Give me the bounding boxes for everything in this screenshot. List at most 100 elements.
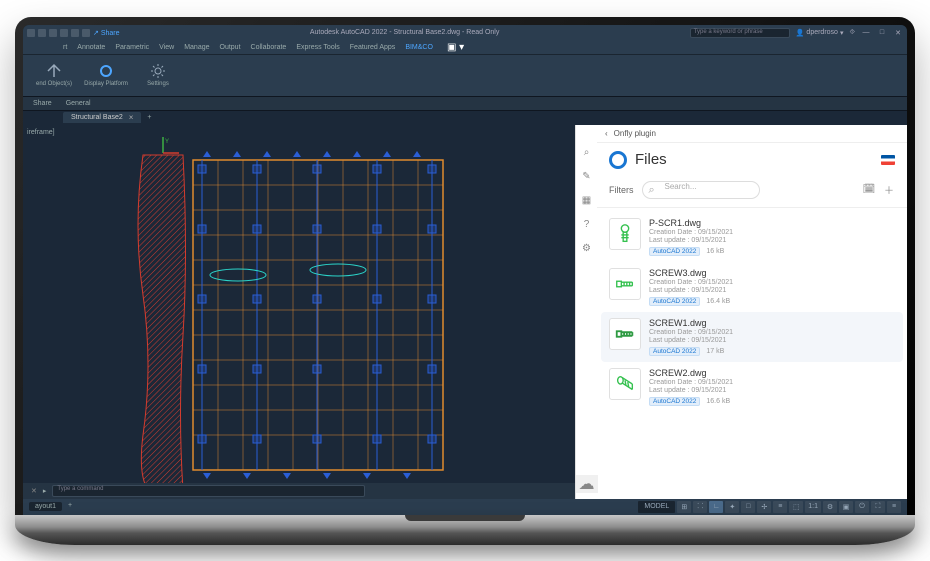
filters-button[interactable]: Filters <box>609 185 634 195</box>
isolate-icon[interactable]: ▣ <box>839 501 853 513</box>
qat-icon[interactable] <box>49 29 57 37</box>
share-button[interactable]: ↗ Share <box>93 29 120 37</box>
search-icon[interactable]: ⌕ <box>581 147 593 159</box>
calendar-icon[interactable]: 🗓 <box>863 184 875 196</box>
anno-scale[interactable]: 1:1 <box>805 501 821 513</box>
help-search-input[interactable]: Type a keyword or phrase <box>690 28 790 38</box>
ribbon-panel: end Object(s) Display Platform Settings <box>23 55 907 97</box>
command-line: ✕ ▸ Type a command <box>23 483 575 499</box>
command-input[interactable]: Type a command <box>52 485 365 497</box>
sub-tab[interactable]: Share <box>33 100 52 107</box>
ribbon-tab[interactable]: Collaborate <box>251 44 287 51</box>
plugin-nav-rail: ⌕ ✎ ▦ ? ⚙ ☁ <box>575 125 597 499</box>
svg-text:Y: Y <box>165 139 169 145</box>
status-bar: ayout1 + MODEL ⊞ ⸬ ∟ ✦ □ ✢ ≡ ⬚ 1:1 ⚙ ▣ <box>23 499 907 515</box>
file-creation-date: Creation Date : 09/15/2021 <box>649 329 895 336</box>
ribbon-tab[interactable]: rt <box>63 44 67 51</box>
ortho-icon[interactable]: ∟ <box>709 501 723 513</box>
file-row[interactable]: SCREW3.dwgCreation Date : 09/15/2021Last… <box>601 262 903 312</box>
display-platform-button[interactable]: Display Platform <box>81 56 131 94</box>
grid-snap-icon[interactable]: ⊞ <box>677 501 691 513</box>
document-tab-label: Structural Base2 <box>71 114 123 121</box>
file-format-tag: AutoCAD 2022 <box>649 247 700 256</box>
customize-icon[interactable]: ≡ <box>887 501 901 513</box>
back-icon[interactable]: ‹ <box>605 129 608 138</box>
library-icon[interactable]: ▦ <box>581 195 593 207</box>
search-input[interactable]: Search... <box>642 181 761 199</box>
file-update-date: Last update : 09/15/2021 <box>649 337 895 344</box>
file-size: 16 kB <box>706 248 724 255</box>
help-icon[interactable]: ⯑ <box>849 29 855 37</box>
visual-style-label: ireframe] <box>27 129 55 136</box>
user-menu[interactable]: 👤 dperdroso ▾ <box>796 29 844 37</box>
clean-screen-icon[interactable]: ⛶ <box>871 501 885 513</box>
file-format-tag: AutoCAD 2022 <box>649 347 700 356</box>
file-update-date: Last update : 09/15/2021 <box>649 387 895 394</box>
document-tab-strip: Structural Base2 × + <box>23 111 907 125</box>
quick-access-toolbar: ↗ Share <box>27 29 120 37</box>
close-document-button[interactable]: × <box>129 113 134 122</box>
layout-tab[interactable]: ayout1 <box>29 502 62 511</box>
window-title: Autodesk AutoCAD 2022 - Structural Base2… <box>120 29 690 36</box>
sub-tab[interactable]: General <box>66 100 91 107</box>
qat-icon[interactable] <box>38 29 46 37</box>
file-format-tag: AutoCAD 2022 <box>649 297 700 306</box>
file-row[interactable]: P-SCR1.dwgCreation Date : 09/15/2021Last… <box>601 212 903 262</box>
ribbon-tab[interactable]: Annotate <box>77 44 105 51</box>
model-space-button[interactable]: MODEL <box>638 501 675 513</box>
upload-icon[interactable]: ☁ <box>576 475 598 493</box>
polar-icon[interactable]: ✦ <box>725 501 739 513</box>
settings-icon[interactable]: ⚙ <box>581 243 593 255</box>
file-name: SCREW3.dwg <box>649 268 895 278</box>
language-selector[interactable] <box>881 155 895 165</box>
transparency-icon[interactable]: ⬚ <box>789 501 803 513</box>
file-size: 16.4 kB <box>706 298 730 305</box>
file-creation-date: Creation Date : 09/15/2021 <box>649 379 895 386</box>
qat-icon[interactable] <box>27 29 35 37</box>
file-creation-date: Creation Date : 09/15/2021 <box>649 229 895 236</box>
close-button[interactable]: ✕ <box>893 28 903 38</box>
settings-button[interactable]: Settings <box>133 56 183 94</box>
document-tab[interactable]: Structural Base2 × <box>63 112 141 123</box>
file-name: SCREW2.dwg <box>649 368 895 378</box>
hardware-accel-icon[interactable]: ⏻ <box>855 501 869 513</box>
dyninput-icon[interactable]: ✢ <box>757 501 771 513</box>
drawing-canvas[interactable]: ireframe] <box>23 125 575 499</box>
osnap-icon[interactable]: □ <box>741 501 755 513</box>
ribbon-tab[interactable]: Parametric <box>115 44 149 51</box>
ribbon-button-label: Display Platform <box>84 81 128 87</box>
gear-icon <box>150 63 166 79</box>
file-thumbnail <box>609 268 641 300</box>
ribbon-overflow-icon[interactable]: ▣ ▾ <box>447 42 464 53</box>
qat-icon[interactable] <box>71 29 79 37</box>
ribbon-tab[interactable]: Manage <box>184 44 209 51</box>
files-list: P-SCR1.dwgCreation Date : 09/15/2021Last… <box>597 208 907 499</box>
onfly-plugin-panel: ‹ Onfly plugin Files Filters Search... 🗓… <box>597 125 907 499</box>
ribbon-tab[interactable]: Featured Apps <box>350 44 396 51</box>
ribbon-sub-tabs: Share General <box>23 97 907 111</box>
gear-icon[interactable]: ⚙ <box>823 501 837 513</box>
file-update-date: Last update : 09/15/2021 <box>649 287 895 294</box>
onfly-logo-icon <box>609 151 627 169</box>
file-row[interactable]: SCREW1.dwgCreation Date : 09/15/2021Last… <box>601 312 903 362</box>
qat-icon[interactable] <box>60 29 68 37</box>
layout-add-button[interactable]: + <box>68 502 72 511</box>
file-thumbnail <box>609 368 641 400</box>
snap-icon[interactable]: ⸬ <box>693 501 707 513</box>
file-size: 17 kB <box>706 348 724 355</box>
file-row[interactable]: SCREW2.dwgCreation Date : 09/15/2021Last… <box>601 362 903 412</box>
maximize-button[interactable]: □ <box>877 28 887 38</box>
minimize-button[interactable]: — <box>861 28 871 38</box>
lineweight-icon[interactable]: ≡ <box>773 501 787 513</box>
send-object-button[interactable]: end Object(s) <box>29 56 79 94</box>
new-document-button[interactable]: + <box>147 114 151 121</box>
qat-icon[interactable] <box>82 29 90 37</box>
ribbon-tab[interactable]: Output <box>220 44 241 51</box>
add-icon[interactable]: ＋ <box>883 184 895 196</box>
ribbon-tab[interactable]: Express Tools <box>296 44 339 51</box>
edit-icon[interactable]: ✎ <box>581 171 593 183</box>
ribbon-tab-active[interactable]: BIM&CO <box>405 44 433 51</box>
ribbon-tab[interactable]: View <box>159 44 174 51</box>
send-icon <box>46 63 62 79</box>
help-icon[interactable]: ? <box>581 219 593 231</box>
